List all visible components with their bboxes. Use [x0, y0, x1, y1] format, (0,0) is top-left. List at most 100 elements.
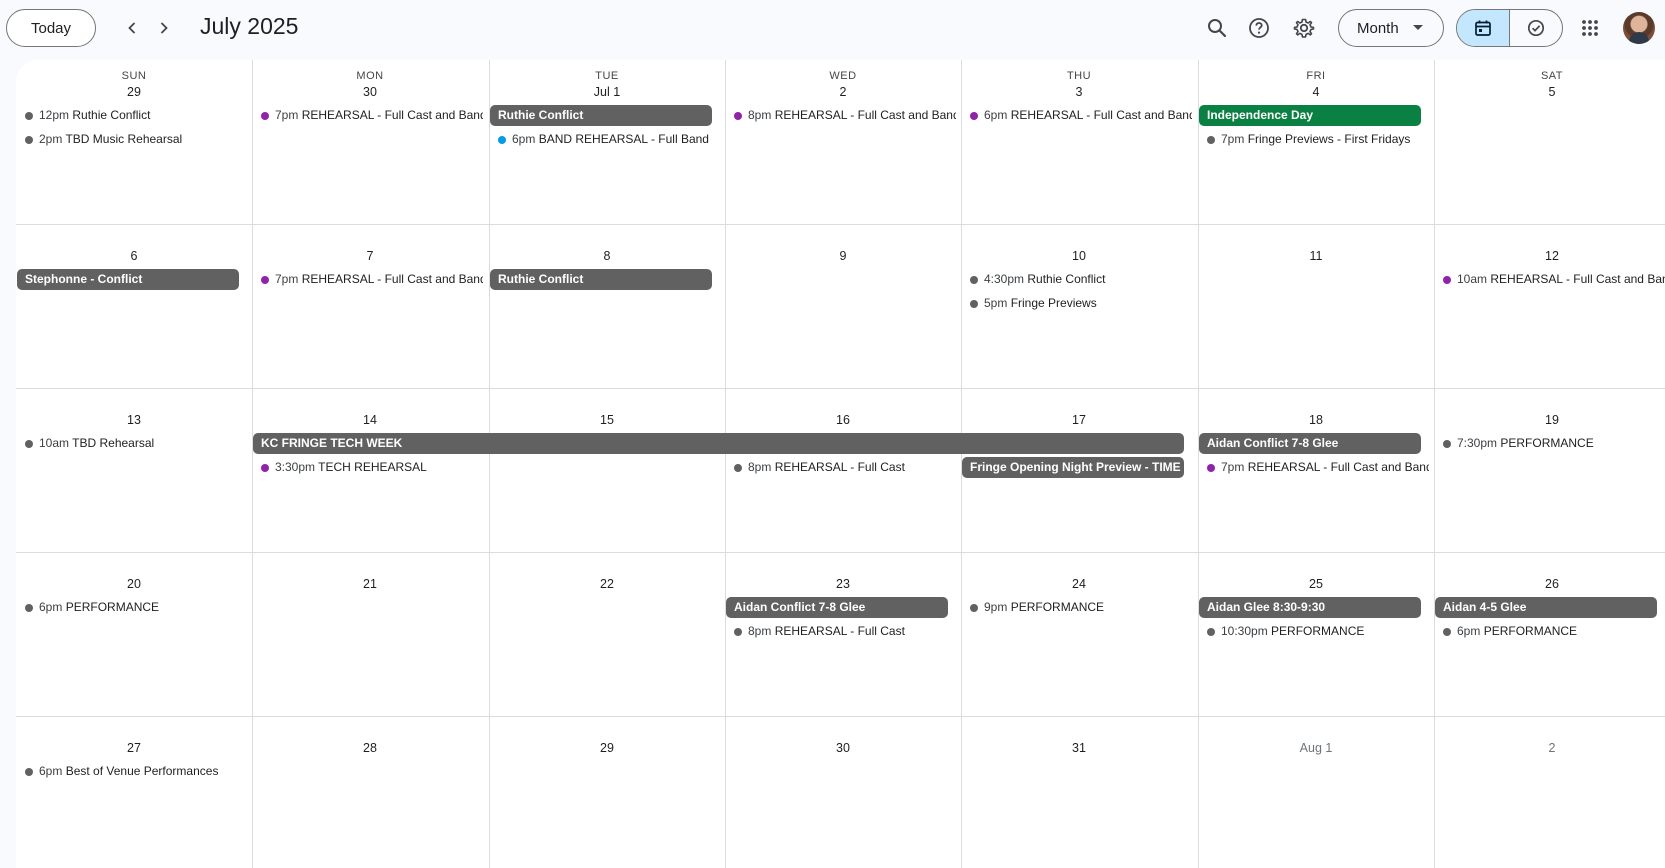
all-day-event-chip[interactable]: Ruthie Conflict: [490, 105, 712, 126]
day-number[interactable]: 20: [16, 577, 252, 591]
timed-event[interactable]: 6pm PERFORMANCE: [1435, 621, 1665, 641]
day-number[interactable]: 14: [252, 413, 488, 427]
today-button[interactable]: Today: [6, 9, 96, 47]
search-button[interactable]: [1199, 10, 1235, 46]
day-number[interactable]: Aug 1: [1198, 741, 1434, 755]
event-time: 5pm: [984, 296, 1008, 310]
calendar-view-button[interactable]: [1457, 10, 1510, 46]
event-title: TBD Music Rehearsal: [65, 132, 183, 146]
day-cell[interactable]: [489, 576, 725, 716]
day-number[interactable]: 10: [961, 249, 1197, 263]
event-dot-icon: [261, 111, 269, 120]
day-cell[interactable]: [1198, 740, 1434, 868]
all-day-event-chip[interactable]: Ruthie Conflict: [490, 269, 712, 290]
day-number[interactable]: 22: [489, 577, 725, 591]
day-number[interactable]: 21: [252, 577, 488, 591]
day-cell[interactable]: [1434, 84, 1665, 224]
timed-event[interactable]: 4:30pm Ruthie Conflict: [962, 269, 1192, 289]
day-number[interactable]: 13: [16, 413, 252, 427]
timed-event[interactable]: 5pm Fringe Previews: [962, 293, 1192, 313]
all-day-event-chip[interactable]: Aidan Conflict 7-8 Glee: [1199, 433, 1421, 454]
day-number[interactable]: 24: [961, 577, 1197, 591]
help-button[interactable]: [1241, 10, 1277, 46]
all-day-event-chip[interactable]: Stephonne - Conflict: [17, 269, 239, 290]
day-number[interactable]: 5: [1434, 85, 1665, 99]
day-number[interactable]: 31: [961, 741, 1197, 755]
day-number[interactable]: 26: [1434, 577, 1665, 591]
timed-event[interactable]: 2pm TBD Music Rehearsal: [17, 129, 247, 149]
all-day-event-chip[interactable]: Independence Day: [1199, 105, 1421, 126]
timed-event[interactable]: 8pm REHEARSAL - Full Cast: [726, 457, 956, 477]
day-number[interactable]: 12: [1434, 249, 1665, 263]
all-day-event-chip[interactable]: Fringe Opening Night Preview - TIME: [962, 457, 1184, 478]
timed-event[interactable]: 7:30pm PERFORMANCE: [1435, 433, 1665, 453]
all-day-event-chip[interactable]: Aidan Conflict 7-8 Glee: [726, 597, 948, 618]
day-number[interactable]: 15: [489, 413, 725, 427]
day-cell[interactable]: [16, 740, 252, 868]
day-number[interactable]: Jul 1: [489, 85, 725, 99]
timed-event[interactable]: 6pm BAND REHEARSAL - Full Band: [490, 129, 720, 149]
timed-event[interactable]: 6pm REHEARSAL - Full Cast and Band: [962, 105, 1192, 125]
day-number[interactable]: 2: [725, 85, 961, 99]
timed-event[interactable]: 7pm Fringe Previews - First Fridays: [1199, 129, 1429, 149]
day-number[interactable]: 16: [725, 413, 961, 427]
day-number[interactable]: 29: [489, 741, 725, 755]
view-switcher[interactable]: Month: [1338, 9, 1444, 47]
day-cell[interactable]: [725, 740, 961, 868]
event-time: 6pm: [39, 764, 63, 778]
day-number[interactable]: 4: [1198, 85, 1434, 99]
tasks-view-button[interactable]: [1510, 10, 1562, 46]
day-cell[interactable]: [1434, 740, 1665, 868]
day-number[interactable]: 25: [1198, 577, 1434, 591]
all-day-event-chip[interactable]: Aidan Glee 8:30-9:30: [1199, 597, 1421, 618]
day-number[interactable]: 29: [16, 85, 252, 99]
day-number[interactable]: 30: [725, 741, 961, 755]
day-cell[interactable]: [961, 740, 1197, 868]
timed-event[interactable]: 10:30pm PERFORMANCE: [1199, 621, 1429, 641]
timed-event[interactable]: 12pm Ruthie Conflict: [17, 105, 247, 125]
day-number[interactable]: 19: [1434, 413, 1665, 427]
event-title: REHEARSAL - Full Cast and Band: [301, 272, 483, 286]
timed-event[interactable]: 10am REHEARSAL - Full Cast and Band: [1435, 269, 1665, 289]
timed-event[interactable]: 8pm REHEARSAL - Full Cast and Band: [726, 105, 956, 125]
timed-event[interactable]: 9pm PERFORMANCE: [962, 597, 1192, 617]
day-number[interactable]: 9: [725, 249, 961, 263]
day-cell[interactable]: [252, 740, 488, 868]
timed-event[interactable]: 6pm Best of Venue Performances: [17, 761, 247, 781]
all-day-event-chip[interactable]: KC FRINGE TECH WEEK: [253, 433, 1184, 454]
timed-event[interactable]: 6pm PERFORMANCE: [17, 597, 247, 617]
settings-button[interactable]: [1286, 10, 1322, 46]
event-dot-icon: [1207, 135, 1215, 144]
event-title: PERFORMANCE: [1500, 436, 1594, 450]
apps-button[interactable]: [1572, 10, 1608, 46]
day-number[interactable]: 11: [1198, 249, 1434, 263]
day-number[interactable]: 30: [252, 85, 488, 99]
timed-event[interactable]: 10am TBD Rehearsal: [17, 433, 247, 453]
day-number[interactable]: 7: [252, 249, 488, 263]
timed-event[interactable]: 7pm REHEARSAL - Full Cast and Band: [253, 269, 483, 289]
timed-event[interactable]: 7pm REHEARSAL - Full Cast and Band: [1199, 457, 1429, 477]
previous-month-button[interactable]: [114, 10, 150, 46]
day-number[interactable]: 18: [1198, 413, 1434, 427]
event-time: 10:30pm: [1221, 624, 1268, 638]
day-number[interactable]: 8: [489, 249, 725, 263]
event-title: PERFORMANCE: [1483, 624, 1578, 638]
day-number[interactable]: 28: [252, 741, 488, 755]
day-number[interactable]: 17: [961, 413, 1197, 427]
day-cell[interactable]: [725, 248, 961, 388]
day-number[interactable]: 27: [16, 741, 252, 755]
timed-event[interactable]: 3:30pm TECH REHEARSAL: [253, 457, 483, 477]
day-number[interactable]: 2: [1434, 741, 1665, 755]
timed-event[interactable]: 8pm REHEARSAL - Full Cast: [726, 621, 956, 641]
next-month-button[interactable]: [146, 10, 182, 46]
day-cell[interactable]: [252, 576, 488, 716]
day-number[interactable]: 3: [961, 85, 1197, 99]
day-cell[interactable]: [1198, 248, 1434, 388]
all-day-event-chip[interactable]: Aidan 4-5 Glee: [1435, 597, 1657, 618]
timed-event[interactable]: 7pm REHEARSAL - Full Cast and Band: [253, 105, 483, 125]
avatar[interactable]: [1623, 12, 1655, 44]
day-number[interactable]: 23: [725, 577, 961, 591]
day-number[interactable]: 6: [16, 249, 252, 263]
event-time: 12pm: [39, 108, 70, 122]
day-cell[interactable]: [489, 740, 725, 868]
